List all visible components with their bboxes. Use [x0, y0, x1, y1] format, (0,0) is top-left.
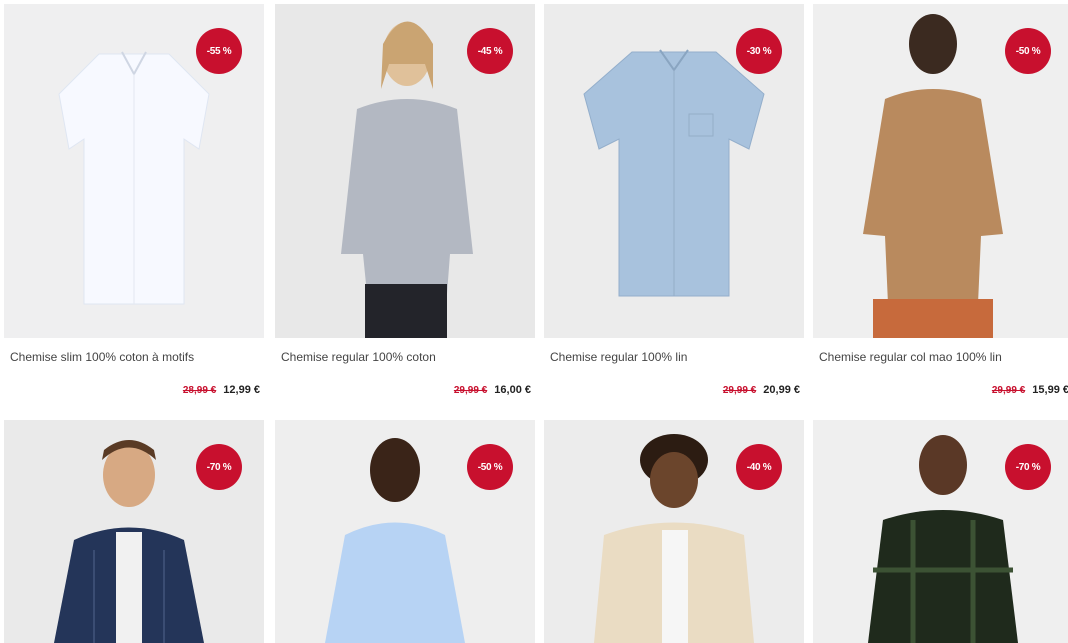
- discount-badge: -45 %: [467, 28, 513, 74]
- new-price: 16,00 €: [494, 384, 531, 396]
- new-price: 15,99 €: [1032, 384, 1068, 396]
- product-image[interactable]: -70 %: [813, 420, 1068, 643]
- old-price: 28,99 €: [182, 385, 217, 396]
- discount-badge: -70 %: [1005, 444, 1051, 490]
- product-title[interactable]: Chemise regular 100% lin: [550, 350, 806, 364]
- new-price: 20,99 €: [763, 384, 800, 396]
- product-image[interactable]: -50 %: [275, 420, 535, 643]
- discount-badge: -40 %: [736, 444, 782, 490]
- old-price: 29,99 €: [722, 385, 757, 396]
- product-image[interactable]: -30 %: [544, 4, 804, 338]
- product-image[interactable]: -45 %: [275, 4, 535, 338]
- price-row: 29,99 € 20,99 €: [723, 384, 800, 396]
- product-image[interactable]: -50 %: [813, 4, 1068, 338]
- price-row: 29,99 € 16,00 €: [454, 384, 531, 396]
- discount-badge: -50 %: [1005, 28, 1051, 74]
- price-row: 28,99 € 12,99 €: [183, 384, 260, 396]
- product-image[interactable]: -40 %: [544, 420, 804, 643]
- product-image[interactable]: -55 %: [4, 4, 264, 338]
- product-image[interactable]: -70 %: [4, 420, 264, 643]
- discount-badge: -70 %: [196, 444, 242, 490]
- price-row: 29,99 € 15,99 €: [992, 384, 1068, 396]
- product-title[interactable]: Chemise regular 100% coton: [281, 350, 537, 364]
- discount-badge: -50 %: [467, 444, 513, 490]
- old-price: 29,99 €: [453, 385, 488, 396]
- discount-badge: -30 %: [736, 28, 782, 74]
- new-price: 12,99 €: [223, 384, 260, 396]
- product-title[interactable]: Chemise slim 100% coton à motifs: [10, 350, 266, 364]
- old-price: 29,99 €: [991, 385, 1026, 396]
- discount-badge: -55 %: [196, 28, 242, 74]
- product-title[interactable]: Chemise regular col mao 100% lin: [819, 350, 1068, 364]
